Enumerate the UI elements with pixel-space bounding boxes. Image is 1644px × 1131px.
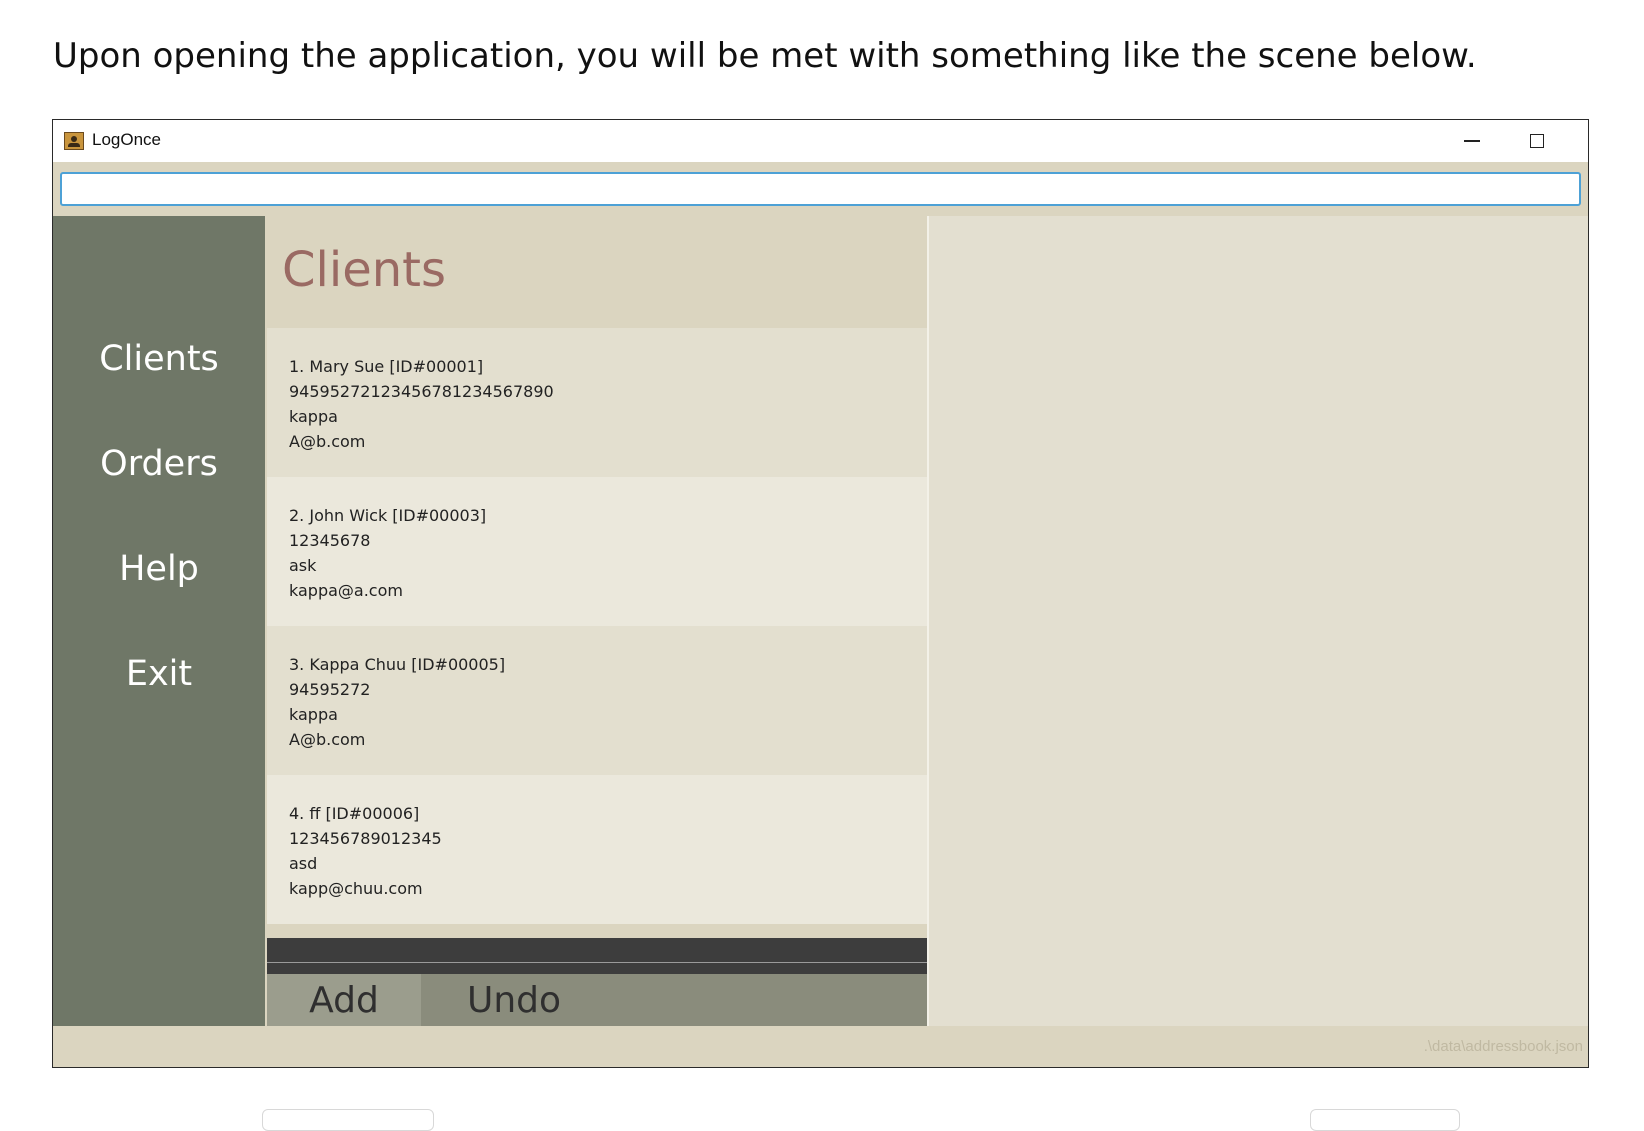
close-button[interactable]: ✕	[1571, 120, 1588, 162]
maximize-button[interactable]	[1505, 120, 1569, 162]
command-input[interactable]	[60, 172, 1581, 206]
detail-panel	[929, 216, 1588, 1026]
status-bar: .\data\addressbook.json	[53, 1026, 1588, 1067]
address-book-icon	[64, 132, 84, 150]
client-card[interactable]: 3. Kappa Chuu [ID#00005] 94595272 kappa …	[267, 626, 927, 775]
scrollbar-divider	[267, 962, 927, 963]
client-list-panel: Clients 1. Mary Sue [ID#00001] 945952721…	[267, 216, 927, 1026]
app-window: LogOnce ✕ Clients Orders Help Exit Clien…	[52, 119, 1589, 1068]
client-address: ask	[289, 556, 317, 575]
client-email: kapp@chuu.com	[289, 879, 423, 898]
command-bar	[53, 162, 1588, 216]
cropped-element	[262, 1109, 434, 1131]
client-card[interactable]: 4. ff [ID#00006] 123456789012345 asd kap…	[267, 775, 927, 924]
maximize-icon	[1530, 134, 1544, 148]
client-name: 3. Kappa Chuu [ID#00005]	[289, 655, 506, 674]
minimize-button[interactable]	[1440, 120, 1504, 162]
client-phone: 123456789012345	[289, 829, 442, 848]
sidebar: Clients Orders Help Exit	[53, 216, 265, 1026]
title-bar[interactable]: LogOnce ✕	[53, 120, 1588, 162]
client-address: kappa	[289, 407, 338, 426]
client-phone: 12345678	[289, 531, 371, 550]
client-email: kappa@a.com	[289, 581, 403, 600]
undo-button[interactable]: Undo	[421, 974, 607, 1026]
window-title: LogOnce	[92, 130, 161, 149]
client-card[interactable]: 1. Mary Sue [ID#00001] 94595272123456781…	[267, 328, 927, 477]
client-address: asd	[289, 854, 318, 873]
sidebar-item-help[interactable]: Help	[53, 549, 265, 589]
client-name: 1. Mary Sue [ID#00001]	[289, 357, 484, 376]
client-address: kappa	[289, 705, 338, 724]
page-title: Clients	[282, 242, 446, 298]
client-name: 2. John Wick [ID#00003]	[289, 506, 487, 525]
client-email: A@b.com	[289, 730, 366, 749]
sidebar-item-clients[interactable]: Clients	[53, 339, 265, 379]
minimize-icon	[1464, 140, 1480, 142]
client-phone: 94595272123456781234567890	[289, 382, 554, 401]
action-bar: Add Undo	[267, 974, 927, 1026]
client-card[interactable]: 2. John Wick [ID#00003] 12345678 ask kap…	[267, 477, 927, 626]
add-button[interactable]: Add	[267, 974, 421, 1026]
client-name: 4. ff [ID#00006]	[289, 804, 420, 823]
cropped-element	[1310, 1109, 1460, 1131]
panel-header: Clients	[267, 216, 927, 328]
client-email: A@b.com	[289, 432, 366, 451]
horizontal-scrollbar[interactable]	[267, 938, 927, 974]
storage-file-path: .\data\addressbook.json	[1423, 1038, 1583, 1055]
sidebar-item-exit[interactable]: Exit	[53, 654, 265, 694]
sidebar-item-orders[interactable]: Orders	[53, 444, 265, 484]
client-phone: 94595272	[289, 680, 371, 699]
intro-text: Upon opening the application, you will b…	[53, 36, 1477, 76]
